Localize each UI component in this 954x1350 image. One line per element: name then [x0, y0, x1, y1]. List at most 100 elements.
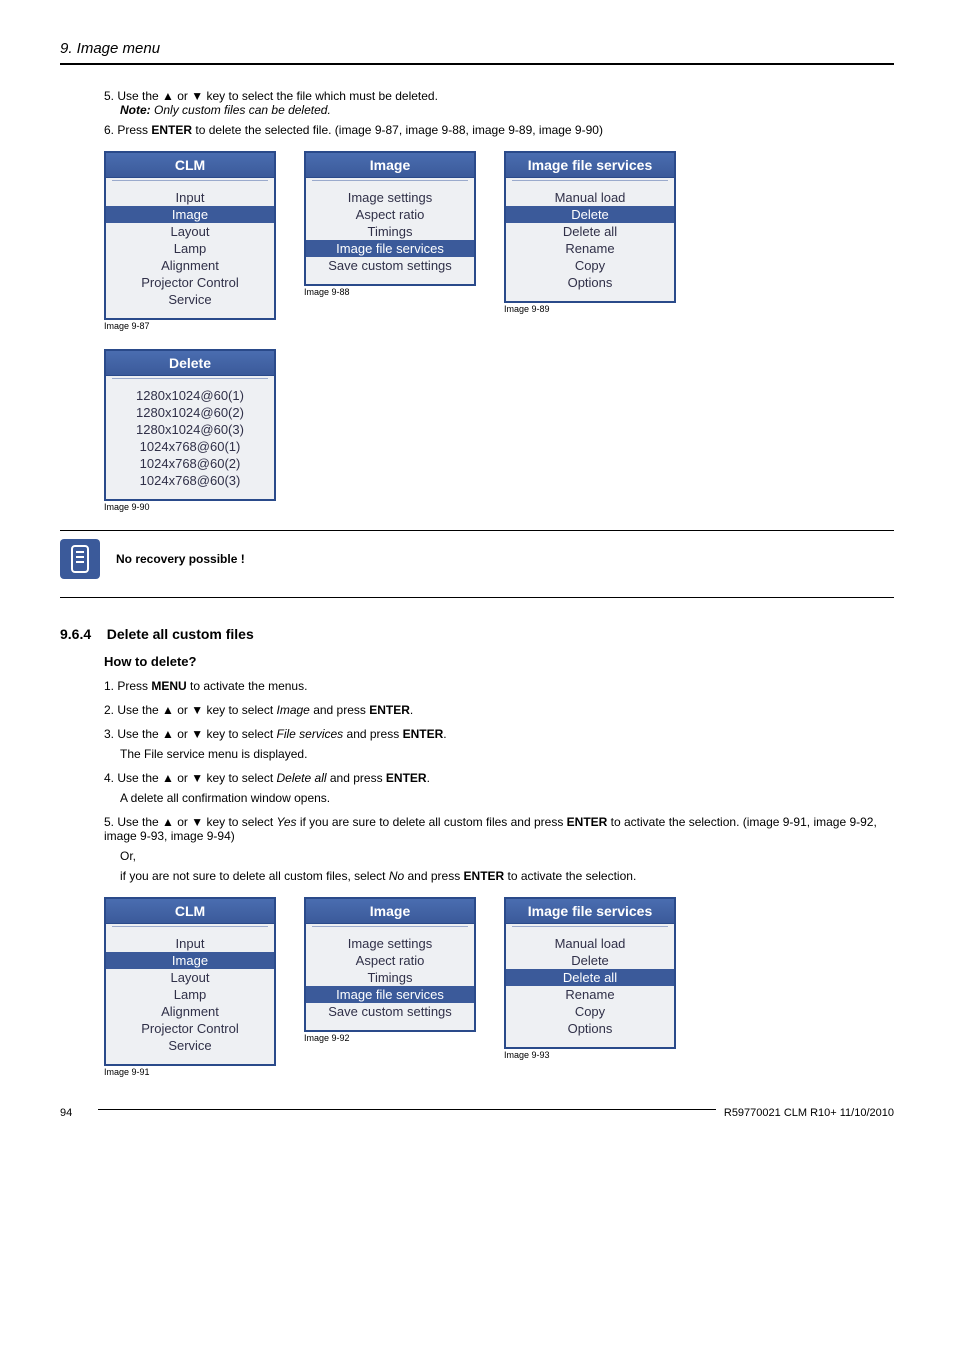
- menu-title: CLM: [106, 153, 274, 178]
- section-number: 9.6.4: [60, 626, 91, 642]
- menu-item[interactable]: Image settings: [306, 189, 474, 206]
- menu-item[interactable]: Save custom settings: [306, 257, 474, 274]
- menu-delete: Delete 1280x1024@60(1)1280x1024@60(2)128…: [104, 349, 276, 501]
- section-heading: 9.6.4 Delete all custom files: [60, 626, 894, 642]
- menu-item[interactable]: Rename: [506, 240, 674, 257]
- header-rule: [60, 63, 894, 65]
- tip-text: No recovery possible !: [116, 552, 245, 566]
- menu-item[interactable]: Delete: [506, 952, 674, 969]
- t: if you are not sure to delete all custom…: [120, 869, 389, 883]
- howto-heading: How to delete?: [104, 654, 894, 669]
- menu-item[interactable]: Rename: [506, 986, 674, 1003]
- step-number: 5.: [104, 89, 114, 103]
- menu-item[interactable]: Aspect ratio: [306, 952, 474, 969]
- t: ENTER: [369, 703, 410, 717]
- section-title: Delete all custom files: [107, 626, 254, 642]
- step-5: 5. Use the ▲ or ▼ key to select the file…: [104, 89, 894, 117]
- t: Use the ▲ or ▼ key to select: [117, 815, 276, 829]
- menu-item[interactable]: Image: [106, 206, 274, 223]
- menu-item[interactable]: Image file services: [306, 986, 474, 1003]
- menu-item[interactable]: Alignment: [106, 1003, 274, 1020]
- menu-item[interactable]: Image settings: [306, 935, 474, 952]
- menu-title: Image: [306, 153, 474, 178]
- menu-item[interactable]: Projector Control: [106, 1020, 274, 1037]
- menu-item[interactable]: Timings: [306, 969, 474, 986]
- menu-item[interactable]: Delete all: [506, 223, 674, 240]
- menu-item[interactable]: 1024x768@60(1): [106, 438, 274, 455]
- menu-item[interactable]: 1280x1024@60(1): [106, 387, 274, 404]
- menu-item[interactable]: Input: [106, 935, 274, 952]
- menu-item[interactable]: 1280x1024@60(3): [106, 421, 274, 438]
- menu-item[interactable]: Input: [106, 189, 274, 206]
- menu-item[interactable]: Projector Control: [106, 274, 274, 291]
- step-text-b: to delete the selected file. (image 9-87…: [192, 123, 603, 137]
- note-label: Note:: [120, 103, 151, 117]
- menu-item[interactable]: 1024x768@60(2): [106, 455, 274, 472]
- menu-item[interactable]: Layout: [106, 969, 274, 986]
- menu-item[interactable]: Copy: [506, 1003, 674, 1020]
- menu-item[interactable]: Manual load: [506, 935, 674, 952]
- image-caption: Image 9-91: [104, 1067, 276, 1077]
- t: Use the ▲ or ▼ key to select: [117, 727, 276, 741]
- step-6: 6. Press ENTER to delete the selected fi…: [104, 123, 894, 137]
- t: and press: [343, 727, 402, 741]
- t: and press: [310, 703, 369, 717]
- menu-item[interactable]: Copy: [506, 257, 674, 274]
- menu-item[interactable]: Aspect ratio: [306, 206, 474, 223]
- t: ENTER: [386, 771, 427, 785]
- menu-item[interactable]: 1024x768@60(3): [106, 472, 274, 489]
- menu-item[interactable]: Save custom settings: [306, 1003, 474, 1020]
- doc-id: R59770021 CLM R10+ 11/10/2010: [724, 1107, 894, 1119]
- step-4: 4. Use the ▲ or ▼ key to select Delete a…: [104, 771, 894, 785]
- t: .: [443, 727, 446, 741]
- menu-item[interactable]: Service: [106, 291, 274, 308]
- t: ENTER: [403, 727, 444, 741]
- menu-image: Image Image settingsAspect ratioTimingsI…: [304, 897, 476, 1032]
- note-text: Only custom files can be deleted.: [154, 103, 331, 117]
- t: File services: [277, 727, 344, 741]
- t: Delete all: [277, 771, 327, 785]
- t: Image: [277, 703, 310, 717]
- t: and press: [404, 869, 463, 883]
- page-footer: 94 R59770021 CLM R10+ 11/10/2010: [60, 1107, 894, 1119]
- menu-clm: CLM InputImageLayoutLampAlignmentProject…: [104, 897, 276, 1066]
- menu-item[interactable]: Delete all: [506, 969, 674, 986]
- t: Press: [117, 679, 151, 693]
- t: if you are sure to delete all custom fil…: [297, 815, 567, 829]
- menu-title: Image: [306, 899, 474, 924]
- t: .: [410, 703, 413, 717]
- t: to activate the menus.: [187, 679, 308, 693]
- image-caption: Image 9-87: [104, 321, 276, 331]
- menu-item[interactable]: Image file services: [306, 240, 474, 257]
- step-bold: ENTER: [151, 123, 192, 137]
- tip-row: No recovery possible !: [60, 539, 894, 579]
- menu-item[interactable]: Timings: [306, 223, 474, 240]
- step-5b: 5. Use the ▲ or ▼ key to select Yes if y…: [104, 815, 894, 843]
- menu-item[interactable]: Options: [506, 1020, 674, 1037]
- menu-item[interactable]: Image: [106, 952, 274, 969]
- step-1: 1. Press MENU to activate the menus.: [104, 679, 894, 693]
- section-rule: [60, 530, 894, 531]
- menu-item[interactable]: Lamp: [106, 240, 274, 257]
- step-2: 2. Use the ▲ or ▼ key to select Image an…: [104, 703, 894, 717]
- menus-row-1: CLM InputImageLayoutLampAlignmentProject…: [104, 151, 894, 331]
- step-text: Use the ▲ or ▼ key to select the file wh…: [117, 89, 438, 103]
- menu-item[interactable]: Layout: [106, 223, 274, 240]
- menu-item[interactable]: Manual load: [506, 189, 674, 206]
- menu-item[interactable]: Options: [506, 274, 674, 291]
- image-caption: Image 9-93: [504, 1050, 676, 1060]
- menu-item[interactable]: 1280x1024@60(2): [106, 404, 274, 421]
- t: ENTER: [567, 815, 608, 829]
- t: No: [389, 869, 404, 883]
- step-text-a: Press: [117, 123, 151, 137]
- menu-item[interactable]: Alignment: [106, 257, 274, 274]
- step-3-sub: The File service menu is displayed.: [120, 747, 894, 761]
- t: Use the ▲ or ▼ key to select: [117, 771, 276, 785]
- menu-image-file-services: Image file services Manual loadDeleteDel…: [504, 151, 676, 303]
- menu-item[interactable]: Service: [106, 1037, 274, 1054]
- menu-item[interactable]: Lamp: [106, 986, 274, 1003]
- t: Use the ▲ or ▼ key to select: [117, 703, 276, 717]
- menu-item[interactable]: Delete: [506, 206, 674, 223]
- step-5-alt: if you are not sure to delete all custom…: [120, 869, 894, 883]
- step-4-sub: A delete all confirmation window opens.: [120, 791, 894, 805]
